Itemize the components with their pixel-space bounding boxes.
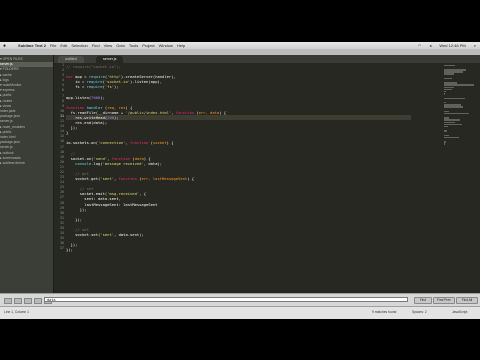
code-editor[interactable]: // require("socket.io"); var app = requi… xyxy=(66,64,411,288)
menu-file[interactable]: File xyxy=(50,43,56,48)
minimap-line xyxy=(444,130,448,132)
code-token: io.sockets.on( xyxy=(66,140,99,146)
sidebar-item[interactable]: ▸ sublime-theme xyxy=(0,161,53,166)
tab-server-js[interactable]: server.js xyxy=(96,56,124,63)
minimap-line xyxy=(444,73,455,75)
code-token: ); xyxy=(100,94,105,100)
tab-strip: untitled server.js xyxy=(54,55,480,63)
code-token: // require("socket.io"); xyxy=(66,64,121,69)
menu-project[interactable]: Project xyxy=(142,43,154,48)
code-token: }); xyxy=(66,247,73,253)
in-selection-toggle[interactable] xyxy=(34,298,42,304)
code-token: 200 xyxy=(107,114,115,120)
minimap-line xyxy=(444,143,446,145)
code-token: function xyxy=(175,109,195,115)
code-token: ); xyxy=(114,84,119,90)
code-token: , data.sent); xyxy=(114,232,144,238)
code-token: .log( xyxy=(91,160,103,166)
find-panel: data Find Find Prev Find All xyxy=(0,293,480,306)
menu-selection[interactable]: Selection xyxy=(71,43,87,48)
menu-find[interactable]: Find xyxy=(92,43,100,48)
whole-word-toggle[interactable] xyxy=(24,298,32,304)
code-token: 'message received' xyxy=(102,160,144,166)
code-token: app.listen( xyxy=(66,94,92,100)
sublime-window: ● Sublime Text 2 File Edit Selection Fin… xyxy=(0,42,480,319)
minimap-line xyxy=(444,64,455,67)
volume-icon[interactable]: ◂ xyxy=(429,43,431,48)
menu-view[interactable]: View xyxy=(104,43,113,48)
line-number-gutter: 1 2 3 4 5 6 7 8 9 10 11 12 13 14 15 16 17 18 19 20 21 22 23 24 2… xyxy=(54,63,66,288)
code-token: ) { xyxy=(187,176,195,182)
minimap-line xyxy=(444,77,452,80)
find-input[interactable]: data xyxy=(44,297,408,302)
minimap-line xyxy=(444,136,460,139)
code-token: }); xyxy=(66,216,83,222)
code-token: ).listen(app), xyxy=(130,79,163,85)
sidebar: ▾ OPEN FILES server.js ▾ FOLDERS ▸ cache … xyxy=(0,55,54,306)
code-token: ) { xyxy=(219,109,227,115)
code-token: 'sent' xyxy=(100,176,115,182)
code-token: err, lastMessageSent xyxy=(141,176,188,182)
menu-tools[interactable]: Tools xyxy=(129,43,138,48)
code-token: fs = xyxy=(66,84,87,90)
clock[interactable]: Wed 12:48 PM xyxy=(439,43,465,48)
code-token: ); xyxy=(114,114,119,120)
minimap-line xyxy=(444,125,449,128)
menu-app-name[interactable]: Sublime Text 2 xyxy=(18,43,46,48)
letterbox-top xyxy=(0,0,480,42)
apple-icon[interactable]: ● xyxy=(3,43,6,49)
code-token: function xyxy=(130,140,149,146)
file-tree: ▾ OPEN FILES server.js ▾ FOLDERS ▸ cache … xyxy=(0,55,53,166)
minimap-line xyxy=(444,97,466,99)
menu-bar: ● Sublime Text 2 File Edit Selection Fin… xyxy=(0,42,480,49)
find-prev-button[interactable]: Find Prev xyxy=(433,297,455,304)
line-number: 37 xyxy=(60,246,64,251)
code-token: 7000 xyxy=(91,94,101,100)
code-token: socket.set( xyxy=(66,232,101,238)
find-status: 9 matches found xyxy=(372,310,397,314)
search-icon[interactable]: ⌕ xyxy=(474,43,476,48)
status-bar: Line 1, Column 1 9 matches found Spaces:… xyxy=(0,306,480,319)
code-token: , { xyxy=(139,191,147,197)
find-all-button[interactable]: Find All xyxy=(456,297,478,304)
code-token: ) { xyxy=(166,140,174,146)
menu-window[interactable]: Window xyxy=(159,43,173,48)
minimap-line xyxy=(444,106,463,108)
menu-edit[interactable]: Edit xyxy=(60,43,67,48)
code-token: }); xyxy=(66,206,87,212)
tab-untitled[interactable]: untitled xyxy=(58,56,84,63)
minimap[interactable] xyxy=(444,64,474,145)
code-token: console xyxy=(75,160,92,166)
code-token: 'fs' xyxy=(104,84,115,90)
code-token: socket xyxy=(152,140,167,146)
code-token: require xyxy=(86,84,103,90)
letterbox-bottom xyxy=(0,319,480,360)
find-button[interactable]: Find xyxy=(414,297,432,304)
regex-toggle[interactable] xyxy=(4,298,12,304)
code-token: '/public/index.html' xyxy=(125,109,172,115)
code-token: 'sent' xyxy=(100,232,115,238)
code-token: 'connection' xyxy=(98,140,126,146)
wifi-icon[interactable]: ◠ xyxy=(418,43,422,48)
menu-goto[interactable]: Goto xyxy=(116,43,125,48)
code-line[interactable]: }); xyxy=(66,247,411,252)
code-token: , data); xyxy=(143,160,163,166)
code-token: function xyxy=(118,176,137,182)
syntax-setting[interactable]: JavaScript xyxy=(452,310,467,314)
cursor-position: Line 1, Column 1 xyxy=(4,310,29,314)
indentation-setting[interactable]: Spaces: 2 xyxy=(412,310,427,314)
code-token: socket.get( xyxy=(66,176,101,182)
case-toggle[interactable] xyxy=(14,298,22,304)
minimap-line xyxy=(444,112,470,115)
menu-help[interactable]: Help xyxy=(177,43,185,48)
code-token: err, data xyxy=(198,109,220,115)
